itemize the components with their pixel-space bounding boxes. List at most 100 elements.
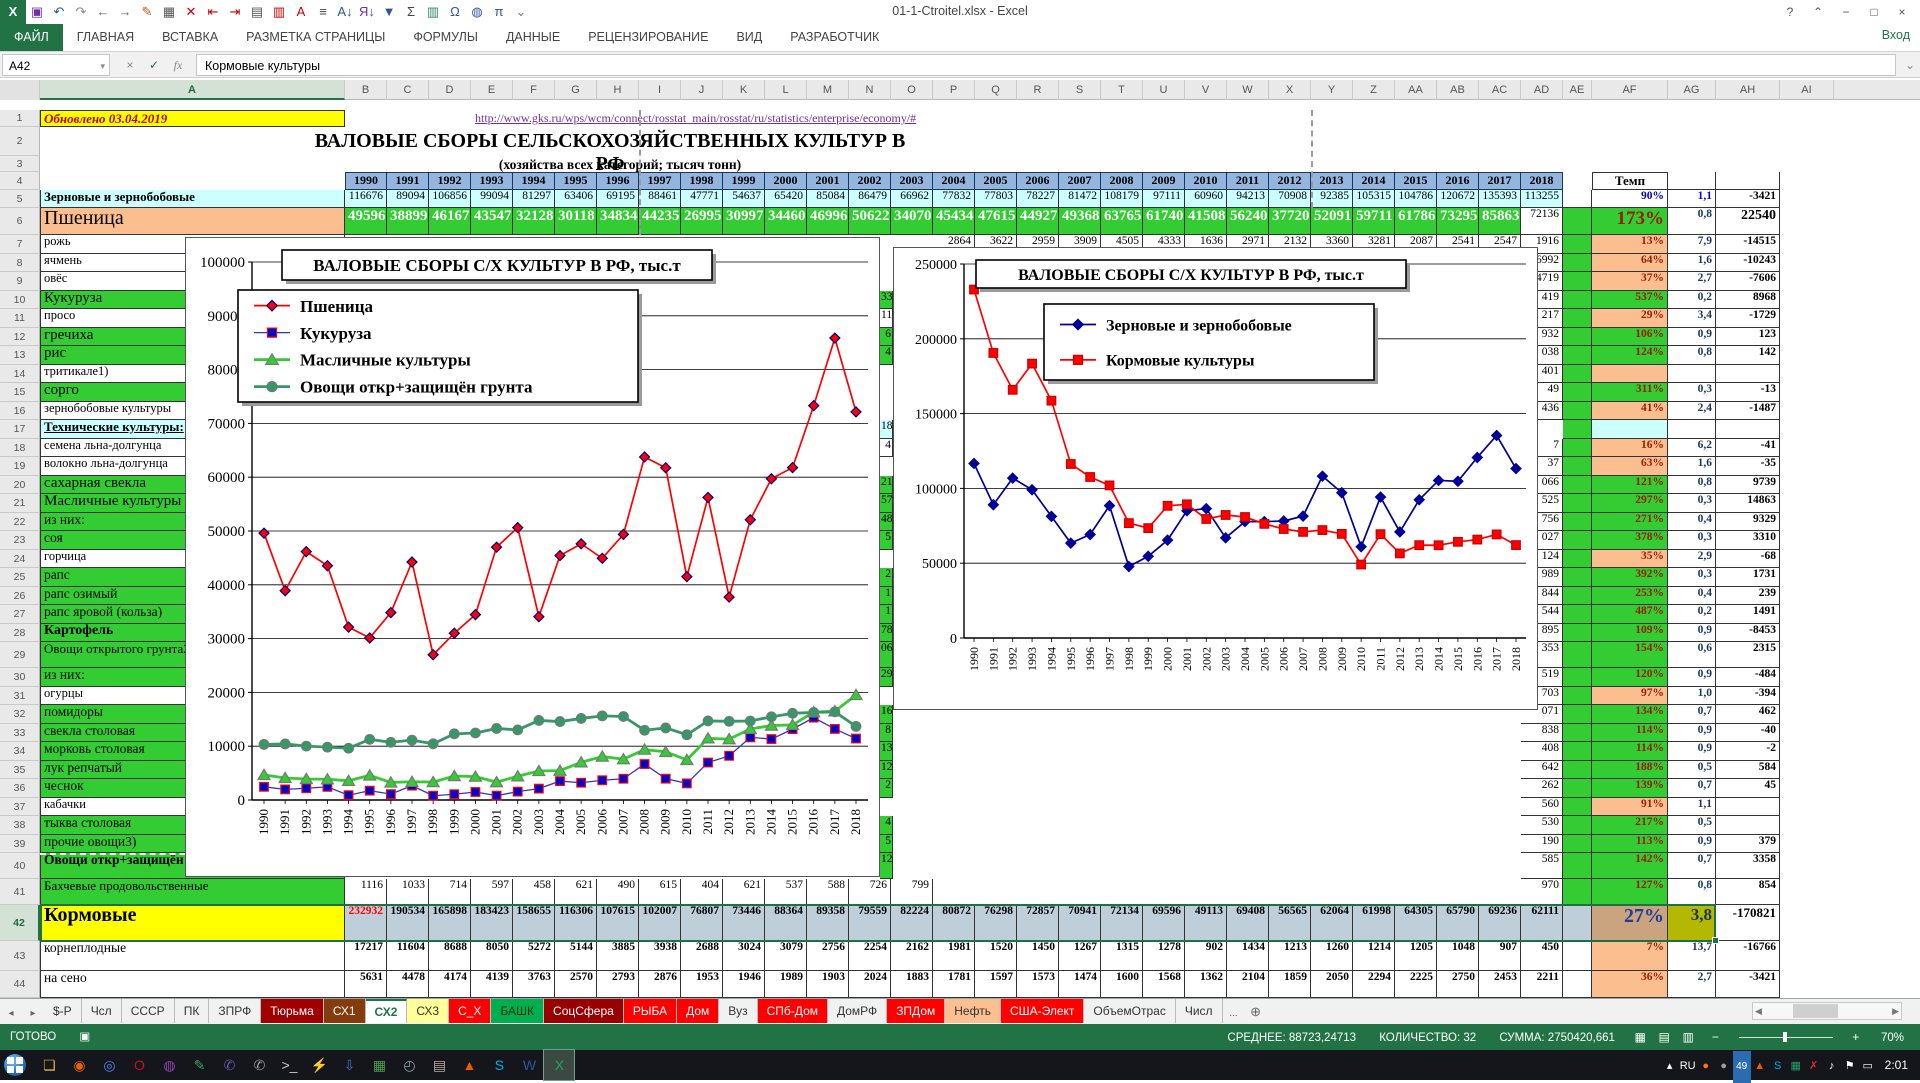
diff-r39[interactable]: 379 <box>1716 835 1780 854</box>
cell-r5-y1998[interactable]: 47771 <box>681 190 723 208</box>
column-header-I[interactable]: I <box>639 80 681 100</box>
cell-r42-y2018[interactable]: 62111 <box>1521 905 1563 941</box>
column-header-Q[interactable]: Q <box>975 80 1017 100</box>
pct-r18[interactable]: 16% <box>1592 439 1668 458</box>
cell-r42-y2013[interactable]: 62064 <box>1311 905 1353 941</box>
sliver-left-r38[interactable]: 4 <box>880 816 893 835</box>
ratio-r29[interactable]: 0,6 <box>1668 642 1716 668</box>
ratio-r8[interactable]: 1,6 <box>1668 254 1716 273</box>
pct-r19[interactable]: 63% <box>1592 457 1668 476</box>
diff-r41[interactable]: 854 <box>1716 879 1780 905</box>
year-header-2016[interactable]: 2016 <box>1437 172 1479 190</box>
notes-app-icon[interactable]: ✎ <box>184 1050 214 1080</box>
ratio-r34[interactable]: 0,9 <box>1668 742 1716 761</box>
row-header-15[interactable]: 15 <box>0 383 40 402</box>
name-box[interactable]: A42 ▾ <box>2 54 110 76</box>
column-header-B[interactable]: B <box>345 80 387 100</box>
diff-r38[interactable] <box>1716 816 1780 835</box>
column-header-F[interactable]: F <box>513 80 555 100</box>
sliver-left-r17[interactable]: 18 <box>880 420 893 439</box>
year-header-2006[interactable]: 2006 <box>1017 172 1059 190</box>
ribbon-options-button[interactable]: ⌃ <box>1804 0 1832 24</box>
ratio-r44[interactable]: 2,7 <box>1668 971 1716 998</box>
cell-r44-y2006[interactable]: 1573 <box>1017 971 1059 998</box>
ribbon-tab-разметка страницы[interactable]: РАЗМЕТКА СТРАНИЦЫ <box>232 24 399 51</box>
year-header-2004[interactable]: 2004 <box>933 172 975 190</box>
row-header-3[interactable]: 3 <box>0 156 40 172</box>
cell-ae-r25[interactable] <box>1563 568 1592 587</box>
ratio-r28[interactable]: 0,9 <box>1668 624 1716 643</box>
delete-cells-button[interactable]: ✕ <box>180 0 202 24</box>
pct-r37[interactable]: 91% <box>1592 798 1668 817</box>
new-sheet-button[interactable]: ⊕ <box>1245 999 1267 1024</box>
pi-button[interactable]: π <box>488 0 510 24</box>
diff-r18[interactable]: -41 <box>1716 439 1780 458</box>
ratio-r12[interactable]: 0,9 <box>1668 328 1716 347</box>
year-header-1992[interactable]: 1992 <box>429 172 471 190</box>
terminal-icon[interactable]: >_ <box>274 1050 304 1080</box>
cell-r43-y1993[interactable]: 8050 <box>471 941 513 971</box>
cell-r42-y2009[interactable]: 69596 <box>1143 905 1185 941</box>
hyperlink-url[interactable]: http://www.gks.ru/wps/wcm/connect/rossta… <box>475 111 916 126</box>
insert-rows-button[interactable]: ▤ <box>246 0 268 24</box>
cell-r43-y1991[interactable]: 11604 <box>387 941 429 971</box>
diff-r33[interactable]: -40 <box>1716 724 1780 743</box>
row-header-4[interactable]: 4 <box>0 172 40 190</box>
cell-r5-y1995[interactable]: 63406 <box>555 190 597 208</box>
diff-r19[interactable]: -35 <box>1716 457 1780 476</box>
cell-r5-y1993[interactable]: 99094 <box>471 190 513 208</box>
sliver-left-r22[interactable]: 48 <box>880 513 893 532</box>
archive-app-icon[interactable]: ▤ <box>424 1050 454 1080</box>
sheet-tab-ЗПРФ[interactable]: ЗПРФ <box>209 999 261 1023</box>
ribbon-tab-рецензирование[interactable]: РЕЦЕНЗИРОВАНИЕ <box>574 24 722 51</box>
chart-cereals-vs-fodder[interactable]: 0500001000001500002000002500001990199119… <box>893 247 1538 710</box>
year-header-2014[interactable]: 2014 <box>1353 172 1395 190</box>
cell-r42-y2008[interactable]: 72134 <box>1101 905 1143 941</box>
pct-r16[interactable]: 41% <box>1592 402 1668 421</box>
ribbon-tab-формулы[interactable]: ФОРМУЛЫ <box>399 24 492 51</box>
column-header-D[interactable]: D <box>429 80 471 100</box>
diff-r21[interactable]: 14863 <box>1716 494 1780 513</box>
column-header-E[interactable]: E <box>471 80 513 100</box>
cell-r43-y2012[interactable]: 1213 <box>1269 941 1311 971</box>
cell-ae-r11[interactable] <box>1563 309 1592 328</box>
cell-r43-y2010[interactable]: 902 <box>1185 941 1227 971</box>
cell-r5-y2004[interactable]: 77832 <box>933 190 975 208</box>
cell-r43-y2013[interactable]: 1260 <box>1311 941 1353 971</box>
cell-r6-y2010[interactable]: 41508 <box>1185 208 1227 235</box>
row-label-5[interactable]: Зерновые и зернобобовые <box>40 190 345 208</box>
cell-r5-y2014[interactable]: 105315 <box>1353 190 1395 208</box>
row-header-11[interactable]: 11 <box>0 309 40 328</box>
row-header-30[interactable]: 30 <box>0 668 40 687</box>
diff-r40[interactable]: 3358 <box>1716 853 1780 879</box>
sheet-tab-С_Х[interactable]: С_Х <box>449 999 491 1023</box>
cell-r34-2018[interactable]: 408 <box>1521 742 1563 761</box>
cell-r43-y2015[interactable]: 1205 <box>1395 941 1437 971</box>
sheet-tab-РЫБА[interactable]: РЫБА <box>624 999 677 1023</box>
cell-ae-r9[interactable] <box>1563 272 1592 291</box>
cell-r6-y2011[interactable]: 56240 <box>1227 208 1269 235</box>
cell-r43-y2009[interactable]: 1278 <box>1143 941 1185 971</box>
cell-ae-r18[interactable] <box>1563 439 1592 458</box>
cell-r6-y1992[interactable]: 46167 <box>429 208 471 235</box>
row-header-1[interactable]: 1 <box>0 110 40 127</box>
pct-r6[interactable]: 173% <box>1592 208 1668 235</box>
row-label-44[interactable]: на сено <box>40 971 345 998</box>
cell-r44-y2004[interactable]: 1781 <box>933 971 975 998</box>
diff-r43[interactable]: -16766 <box>1716 941 1780 971</box>
cell-r42-y2012[interactable]: 56565 <box>1269 905 1311 941</box>
row-header-26[interactable]: 26 <box>0 587 40 606</box>
year-header-2002[interactable]: 2002 <box>849 172 891 190</box>
diff-r9[interactable]: -7606 <box>1716 272 1780 291</box>
cell-r5-y2010[interactable]: 60960 <box>1185 190 1227 208</box>
cell-r44-y2005[interactable]: 1597 <box>975 971 1017 998</box>
cell-r43-y2011[interactable]: 1434 <box>1227 941 1269 971</box>
cell-r44-y2010[interactable]: 1362 <box>1185 971 1227 998</box>
pct-r35[interactable]: 188% <box>1592 761 1668 780</box>
sliver-left-r36[interactable]: 2 <box>880 779 893 798</box>
diff-r11[interactable]: -1729 <box>1716 309 1780 328</box>
year-header-1993[interactable]: 1993 <box>471 172 513 190</box>
sliver-left-r12[interactable]: 6 <box>880 328 893 347</box>
ratio-r11[interactable]: 3,4 <box>1668 309 1716 328</box>
column-header-N[interactable]: N <box>849 80 891 100</box>
